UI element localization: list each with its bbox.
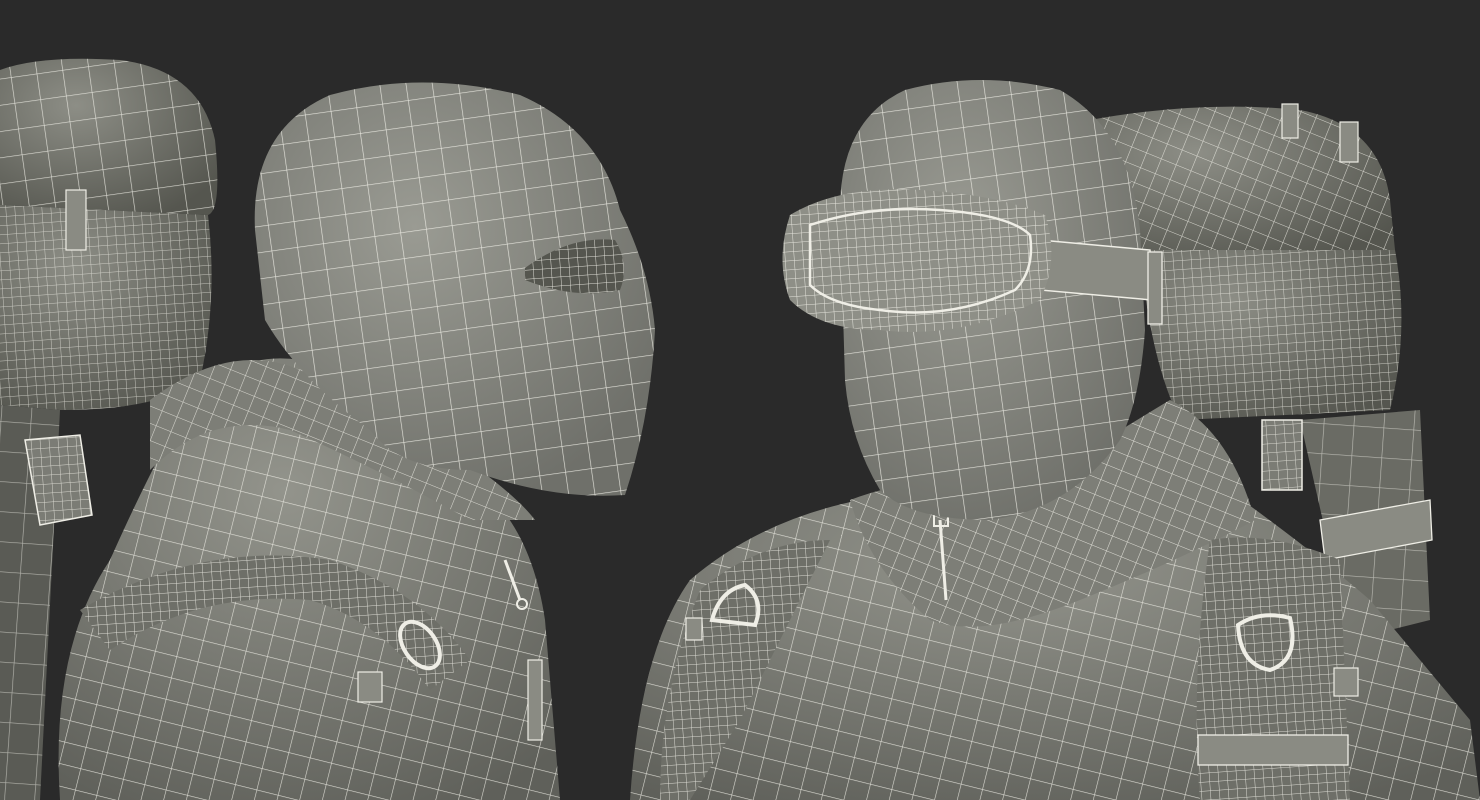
- right-goggles: [782, 189, 1052, 332]
- left-strap-tab: [65, 189, 87, 251]
- wireframe-scene: [0, 58, 1480, 800]
- wireframe-render-viewport: [0, 0, 1480, 800]
- right-backpack-buckle: [1261, 419, 1303, 491]
